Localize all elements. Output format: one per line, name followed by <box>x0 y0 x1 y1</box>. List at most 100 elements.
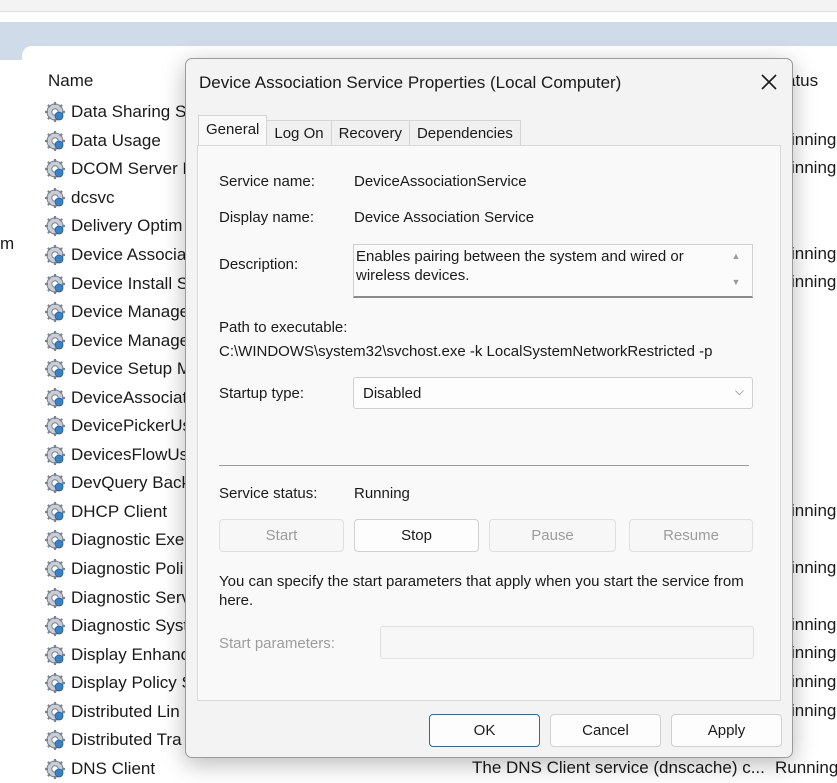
service-name: Diagnostic Serv <box>71 587 191 607</box>
service-gear-icon <box>45 473 65 494</box>
service-name: Delivery Optim <box>71 216 183 236</box>
service-name: Display Policy S <box>71 673 193 693</box>
service-row[interactable]: dcsvc <box>44 184 204 213</box>
service-name: Distributed Tra <box>71 730 182 750</box>
path-label: Path to executable: <box>219 319 348 336</box>
service-gear-icon <box>45 330 65 351</box>
service-gear-icon <box>45 130 65 151</box>
service-row[interactable]: DHCP Client <box>44 498 204 527</box>
service-gear-icon <box>45 102 65 123</box>
service-row[interactable]: Diagnostic Exe <box>44 526 204 555</box>
service-row[interactable]: Device Install S <box>44 269 204 298</box>
start-button[interactable]: Start <box>219 519 344 552</box>
service-row[interactable]: Distributed Lin <box>44 697 204 726</box>
column-header-name[interactable]: Name <box>48 71 93 91</box>
service-name: dcsvc <box>71 187 115 207</box>
service-name: DevQuery Back <box>71 473 191 493</box>
start-params-hint: You can specify the start parameters tha… <box>219 573 744 609</box>
column-header-status[interactable]: atus <box>786 71 837 91</box>
service-gear-icon <box>45 302 65 323</box>
service-gear-icon <box>45 216 65 237</box>
service-gear-icon <box>45 587 65 608</box>
service-row[interactable]: Data Usage <box>44 127 204 156</box>
service-name: Diagnostic Syst <box>71 616 189 636</box>
service-name: DNS Client <box>71 758 156 778</box>
service-name-value: DeviceAssociationService <box>354 173 527 190</box>
service-gear-icon <box>45 416 65 437</box>
tab-dependencies[interactable]: Dependencies <box>408 120 521 145</box>
service-gear-icon <box>45 644 65 665</box>
service-status: inning <box>791 158 837 178</box>
description-label: Description: <box>219 256 299 273</box>
service-row[interactable]: Diagnostic Syst <box>44 612 204 641</box>
service-row[interactable]: DevicePickerUs <box>44 412 204 441</box>
top-strip <box>0 0 837 12</box>
service-name: Device Setup M <box>71 359 191 379</box>
scroll-down-icon[interactable]: ▼ <box>730 277 742 289</box>
service-row[interactable]: Diagnostic Serv <box>44 583 204 612</box>
close-button[interactable] <box>752 67 786 97</box>
tab-general[interactable]: General <box>198 115 268 145</box>
service-gear-icon <box>45 701 65 722</box>
service-row[interactable]: Delivery Optim <box>44 212 204 241</box>
service-name: Display Enhanc <box>71 644 190 664</box>
service-row[interactable]: Display Enhanc <box>44 640 204 669</box>
service-row[interactable]: Device Setup M <box>44 355 204 384</box>
startup-type-value: Disabled <box>363 385 422 402</box>
description-text: Enables pairing between the system and w… <box>356 248 684 284</box>
service-row[interactable]: Device Associa <box>44 241 204 270</box>
service-row[interactable]: Display Policy S <box>44 669 204 698</box>
service-name: Device Associa <box>71 245 187 264</box>
service-gear-icon <box>45 159 65 180</box>
service-row[interactable]: Distributed Tra <box>44 726 204 755</box>
section-divider <box>219 465 749 466</box>
service-row[interactable]: Data Sharing S <box>44 98 204 127</box>
service-gear-icon <box>45 387 65 408</box>
service-row[interactable]: DevicesFlowUs <box>44 441 204 470</box>
service-row[interactable]: DeviceAssociat <box>44 383 204 412</box>
apply-button[interactable]: Apply <box>671 714 782 747</box>
service-gear-icon <box>45 673 65 694</box>
service-name: Distributed Lin <box>71 701 180 721</box>
service-row[interactable]: DNS Client <box>44 755 204 783</box>
service-row[interactable]: DCOM Server P <box>44 155 204 184</box>
service-status: inning <box>791 243 837 263</box>
dialog-title: Device Association Service Properties (L… <box>199 73 622 92</box>
service-row[interactable]: DevQuery Back <box>44 469 204 498</box>
service-gear-icon <box>45 730 65 751</box>
service-name: DevicePickerUs <box>71 416 191 436</box>
services-list: Data Sharing S Data Usage DCOM Server P dcs… <box>44 98 204 783</box>
tab-log-on[interactable]: Log On <box>266 120 332 145</box>
service-gear-icon <box>45 359 65 380</box>
pause-button[interactable]: Pause <box>489 519 616 552</box>
service-status: inning <box>791 129 837 149</box>
service-row[interactable]: Diagnostic Poli <box>44 555 204 584</box>
tab-recovery[interactable]: Recovery <box>330 120 410 145</box>
scroll-up-icon[interactable]: ▲ <box>730 251 742 263</box>
service-gear-icon <box>45 187 65 208</box>
startup-type-select[interactable]: Disabled ⌵ <box>353 377 753 409</box>
service-name: Device Manage <box>71 330 190 350</box>
description-box[interactable]: Enables pairing between the system and w… <box>353 244 753 298</box>
service-name: DeviceAssociat <box>71 387 188 407</box>
service-gear-icon <box>45 530 65 551</box>
ok-button[interactable]: OK <box>429 714 540 747</box>
cancel-button[interactable]: Cancel <box>550 714 661 747</box>
close-icon <box>761 74 777 90</box>
service-status: inning <box>791 614 837 634</box>
service-name: Device Install S <box>71 273 189 293</box>
start-params-input[interactable] <box>380 626 754 659</box>
tab-strip: General Log On Recovery Dependencies <box>198 115 521 145</box>
resume-button[interactable]: Resume <box>629 519 753 552</box>
dns-client-description: The DNS Client service (dnscache) c... <box>472 758 765 777</box>
service-status: inning <box>791 272 837 292</box>
service-gear-icon <box>45 273 65 294</box>
service-name: Diagnostic Poli <box>71 559 184 579</box>
service-row[interactable]: Device Manage <box>44 298 204 327</box>
service-name-label: Service name: <box>219 173 315 190</box>
service-gear-icon <box>45 245 65 265</box>
service-name: Data Usage <box>71 130 161 150</box>
stop-button[interactable]: Stop <box>354 519 479 552</box>
dns-client-status: Running <box>775 758 837 777</box>
service-row[interactable]: Device Manage <box>44 326 204 355</box>
